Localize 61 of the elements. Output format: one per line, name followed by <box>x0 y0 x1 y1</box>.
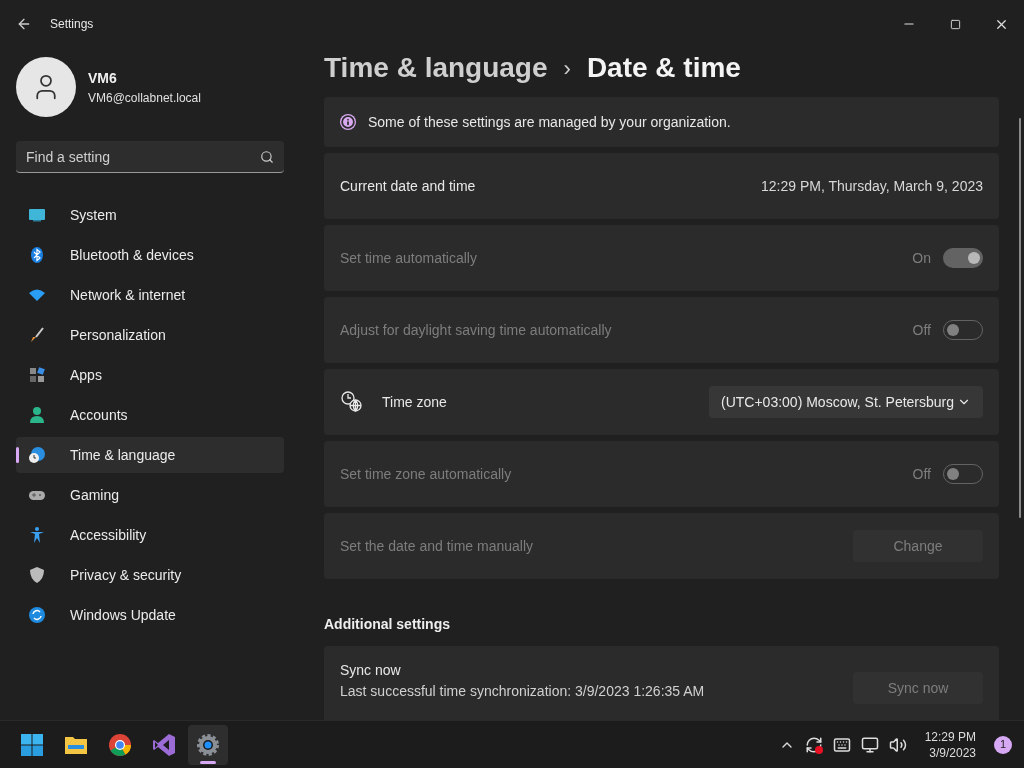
user-email: VM6@collabnet.local <box>88 89 201 107</box>
sync-error-icon[interactable] <box>804 735 823 754</box>
monitor-icon[interactable] <box>860 735 879 754</box>
shield-icon <box>28 566 46 584</box>
toggle-state-text: Off <box>912 464 931 484</box>
taskbar-date[interactable]: 3/9/2023 <box>929 744 976 761</box>
bluetooth-icon <box>28 246 46 264</box>
info-text: Some of these settings are managed by your organization. <box>368 112 731 132</box>
windows-logo-icon[interactable] <box>20 732 44 757</box>
volume-icon[interactable] <box>888 735 907 754</box>
browser-icon[interactable] <box>108 732 132 757</box>
sidebar-item[interactable]: Time & language <box>16 437 284 473</box>
selection-indicator <box>16 447 19 463</box>
brush-icon <box>28 326 46 344</box>
setting-label: Time zone <box>382 392 447 412</box>
toggle-state-text: On <box>912 248 931 268</box>
taskbar-time[interactable]: 12:29 PM <box>924 728 976 745</box>
monitor-icon <box>28 206 46 224</box>
search-field[interactable]: Find a setting <box>16 141 284 173</box>
date-time-value: 12:29 PM, Thursday, March 9, 2023 <box>760 176 983 196</box>
taskbar-app[interactable] <box>188 724 228 765</box>
user-name: VM6 <box>88 68 118 88</box>
window-title: Settings <box>50 16 94 33</box>
setting-label: Current date and time <box>340 176 476 196</box>
clock-globe-icon <box>340 390 364 414</box>
sidebar-item[interactable]: Windows Update <box>16 597 284 633</box>
update-icon <box>28 606 46 624</box>
breadcrumb-separator: › <box>563 54 571 83</box>
toggle-state-text: Off <box>912 320 931 340</box>
setting-label: Set time zone automatically <box>340 464 512 484</box>
scrollbar[interactable] <box>1019 118 1021 518</box>
setting-label: Sync now <box>340 661 402 680</box>
setting-label: Set the date and time manually <box>340 536 533 556</box>
sidebar-item[interactable]: Gaming <box>16 477 284 513</box>
page-title: Date & time <box>586 51 741 85</box>
info-icon <box>340 114 356 130</box>
sync-detail: Last successful time synchronization: 3/9/2023 1:26:35 AM <box>340 682 705 701</box>
breadcrumb-parent[interactable]: Time & language <box>324 48 548 89</box>
sidebar-item[interactable]: Bluetooth & devices <box>16 237 284 273</box>
sidebar-item[interactable]: Accounts <box>16 397 284 433</box>
sidebar-item[interactable]: Accessibility <box>16 517 284 553</box>
restore-icon <box>949 18 961 30</box>
keyboard-icon[interactable] <box>832 735 851 754</box>
notification-badge[interactable]: 1 <box>994 735 1012 754</box>
sidebar-item[interactable]: Personalization <box>16 317 284 353</box>
time-zone-dropdown[interactable]: (UTC+03:00) Moscow, St. Petersburg <box>709 386 983 418</box>
sidebar-item[interactable]: Privacy & security <box>16 557 284 593</box>
infinity-logo-icon[interactable] <box>152 732 176 757</box>
apps-icon <box>28 366 46 384</box>
setting-label: Adjust for daylight saving time automatically <box>340 320 612 340</box>
person-icon <box>28 406 46 424</box>
setting-label: Set time automatically <box>340 248 477 268</box>
gear-icon[interactable] <box>196 732 220 757</box>
accessibility-icon <box>28 526 46 544</box>
sidebar-item[interactable]: System <box>16 197 284 233</box>
clock-globe-icon <box>28 446 46 464</box>
active-indicator <box>200 760 216 764</box>
sidebar-item[interactable]: Apps <box>16 357 284 393</box>
search-icon <box>260 150 274 164</box>
section-heading: Additional settings <box>324 615 451 634</box>
sidebar-item[interactable]: Network & internet <box>16 277 284 313</box>
